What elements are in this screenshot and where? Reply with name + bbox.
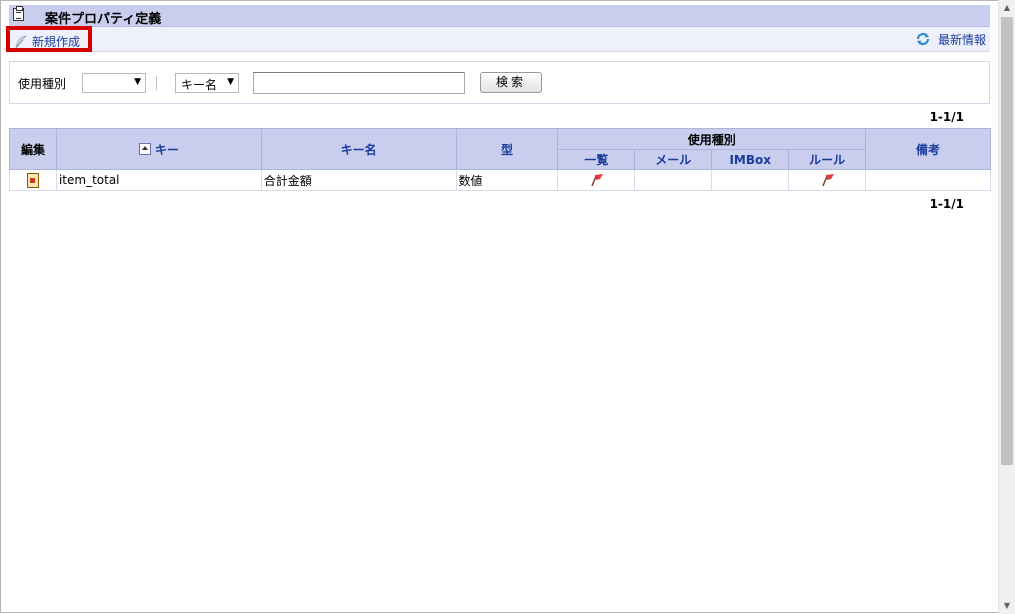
note-cell [865,169,991,191]
refresh-icon [916,32,930,46]
column-header-usage-imbox[interactable]: IMBox [711,149,790,170]
properties-table: 編集 キー キー名 型 使用種別 備考 一覧 メール IMBox ルール ite… [9,128,991,191]
column-header-usage-rule[interactable]: ルール [788,149,867,170]
column-header-edit: 編集 [9,128,57,170]
sort-ascending-icon [138,142,151,155]
clipboard-icon [13,6,24,21]
type-cell: 数値 [455,169,559,191]
usage-rule-cell [788,169,867,191]
edit-cell [9,169,57,191]
divider [156,76,157,90]
scroll-up-arrow-icon[interactable]: ▲ [999,0,1015,16]
scroll-down-arrow-icon[interactable]: ▼ [999,598,1015,614]
page-title: 案件プロパティ定義 [45,12,162,27]
column-header-usage-mail[interactable]: メール [634,149,713,170]
new-create-button[interactable]: 新規作成 [6,26,92,52]
refresh-button[interactable]: 最新情報 [910,31,986,47]
column-header-type[interactable]: 型 [455,128,559,170]
title-bar: 案件プロパティ定義 [9,5,990,27]
column-header-key-name[interactable]: キー名 [260,128,457,170]
edit-icon[interactable] [26,172,39,188]
feather-icon [15,35,28,49]
new-create-label: 新規作成 [32,35,81,49]
scrollbar-thumb[interactable] [1001,17,1013,465]
flag-icon [591,174,604,187]
pager-top: 1-1/1 [929,110,964,124]
key-cell: item_total [55,169,262,191]
search-field-value: キー名 [181,78,218,92]
column-header-note[interactable]: 備考 [865,128,991,170]
usage-imbox-cell [711,169,790,191]
dropdown-arrow-icon: ▼ [134,77,141,87]
pager-bottom: 1-1/1 [929,197,964,211]
flag-icon [822,174,835,187]
usage-list-cell [557,169,636,191]
column-header-usage: 使用種別 [557,128,867,150]
refresh-label: 最新情報 [937,33,986,47]
column-header-key-label: キー [154,142,179,157]
search-button[interactable]: 検索 [480,72,542,93]
search-panel: 使用種別 ▼ キー名 ▼ 検索 [9,61,990,104]
table-row: item_total 合計金額 数値 [9,169,991,191]
search-field-select[interactable]: キー名 ▼ [175,73,239,93]
dropdown-arrow-icon: ▼ [227,77,234,87]
vertical-scrollbar[interactable]: ▲ ▼ [998,0,1015,614]
search-input[interactable] [253,72,465,94]
usage-mail-cell [634,169,713,191]
usage-type-select[interactable]: ▼ [82,73,146,93]
page-frame: 案件プロパティ定義 新規作成 最新情報 使用種別 ▼ キー名 ▼ 検索 1-1/… [0,0,998,613]
column-header-usage-list[interactable]: 一覧 [557,149,636,170]
column-header-key[interactable]: キー [55,128,262,170]
toolbar: 新規作成 最新情報 [6,26,990,52]
usage-type-label: 使用種別 [18,77,67,91]
key-name-cell: 合計金額 [260,169,457,191]
